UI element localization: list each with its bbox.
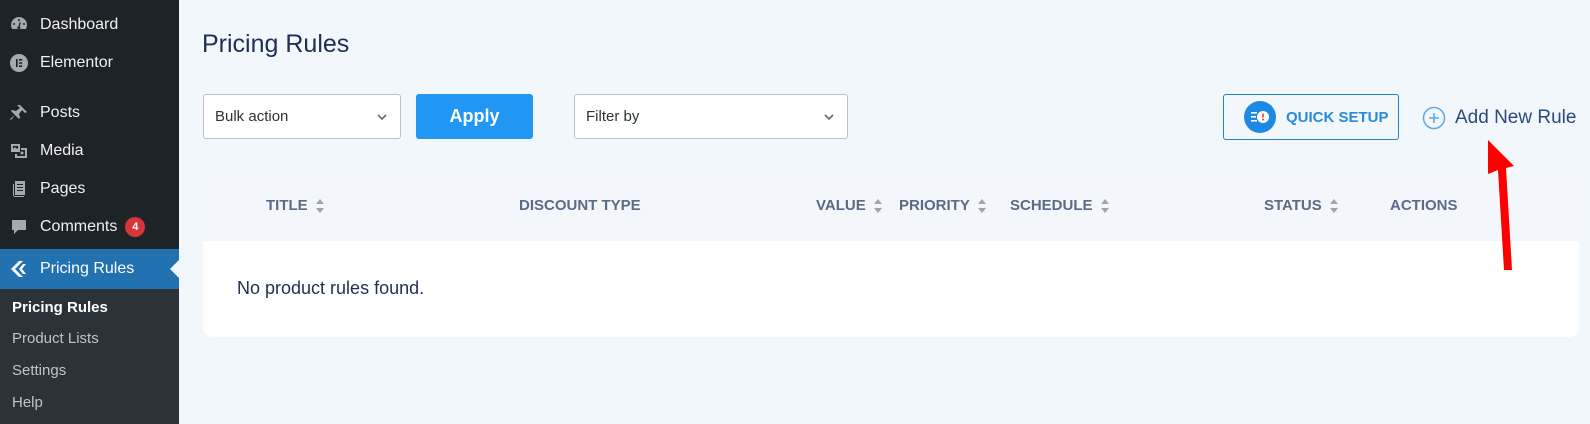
filter-by-value: Filter by <box>586 108 640 125</box>
table-header: TITLE DISCOUNT TYPE VALUE PRIORITY SCHED… <box>203 172 1579 241</box>
sort-icon <box>315 198 325 214</box>
add-new-rule-label: Add New Rule <box>1455 107 1577 128</box>
comments-icon <box>8 216 30 238</box>
quick-setup-label: QUICK SETUP <box>1286 108 1389 126</box>
column-header-actions: ACTIONS <box>1390 197 1458 214</box>
column-header-priority[interactable]: PRIORITY <box>899 197 987 214</box>
submenu-item-product-lists[interactable]: Product Lists <box>12 330 99 347</box>
plus-circle-icon <box>1422 106 1446 130</box>
apply-button[interactable]: Apply <box>416 94 533 139</box>
chevron-down-icon <box>823 110 835 122</box>
sidebar-item-pricing-rules[interactable]: Pricing Rules <box>0 249 179 289</box>
sort-icon <box>1100 198 1110 214</box>
elementor-icon <box>8 52 30 74</box>
submenu-item-settings[interactable]: Settings <box>12 362 66 379</box>
dashboard-icon <box>8 14 30 36</box>
sort-icon <box>977 198 987 214</box>
pages-icon <box>8 178 30 200</box>
submenu-item-help[interactable]: Help <box>12 394 43 411</box>
column-header-title[interactable]: TITLE <box>266 197 325 214</box>
add-new-rule-button[interactable]: Add New Rule <box>1422 104 1576 132</box>
submenu-item-pricing-rules[interactable]: Pricing Rules <box>12 299 108 316</box>
pricing-rules-icon <box>8 258 30 280</box>
sidebar-item-media[interactable]: Media <box>0 133 179 169</box>
pricing-rules-submenu: Pricing Rules Product Lists Settings Hel… <box>0 289 179 424</box>
sidebar-item-posts[interactable]: Posts <box>0 95 179 131</box>
sort-icon <box>1329 198 1339 214</box>
page-title: Pricing Rules <box>202 30 350 58</box>
sidebar-item-dashboard[interactable]: Dashboard <box>0 7 179 43</box>
sidebar-item-label: Posts <box>40 104 81 121</box>
rules-table: TITLE DISCOUNT TYPE VALUE PRIORITY SCHED… <box>203 172 1579 337</box>
sidebar-item-label: Dashboard <box>40 16 119 33</box>
sidebar-item-comments[interactable]: Comments 4 <box>0 209 179 245</box>
filter-by-select[interactable]: Filter by <box>574 94 848 139</box>
media-icon <box>8 140 30 162</box>
comments-count-badge: 4 <box>125 217 146 237</box>
pin-icon <box>8 102 30 124</box>
empty-state-message: No product rules found. <box>237 278 425 298</box>
sidebar-item-label: Media <box>40 142 84 159</box>
sidebar-item-pages[interactable]: Pages <box>0 171 179 207</box>
column-header-status[interactable]: STATUS <box>1264 197 1339 214</box>
sidebar-item-label: Pages <box>40 180 86 197</box>
quick-setup-button[interactable]: QUICK SETUP <box>1223 94 1399 140</box>
sidebar-item-elementor[interactable]: Elementor <box>0 45 179 81</box>
column-header-schedule[interactable]: SCHEDULE <box>1010 197 1110 214</box>
quick-setup-icon <box>1244 101 1276 133</box>
column-header-discount-type: DISCOUNT TYPE <box>519 197 641 214</box>
annotation-arrow-icon <box>1488 140 1514 270</box>
admin-sidebar: Dashboard Elementor Posts Media Pages Co… <box>0 0 179 424</box>
bulk-action-value: Bulk action <box>215 108 289 125</box>
chevron-down-icon <box>376 110 388 122</box>
column-header-value[interactable]: VALUE <box>816 197 883 214</box>
sidebar-item-label: Elementor <box>40 54 113 71</box>
sidebar-item-label: Pricing Rules <box>40 260 135 277</box>
sidebar-item-label: Comments <box>40 218 118 235</box>
bulk-action-select[interactable]: Bulk action <box>203 94 401 139</box>
sort-icon <box>873 198 883 214</box>
